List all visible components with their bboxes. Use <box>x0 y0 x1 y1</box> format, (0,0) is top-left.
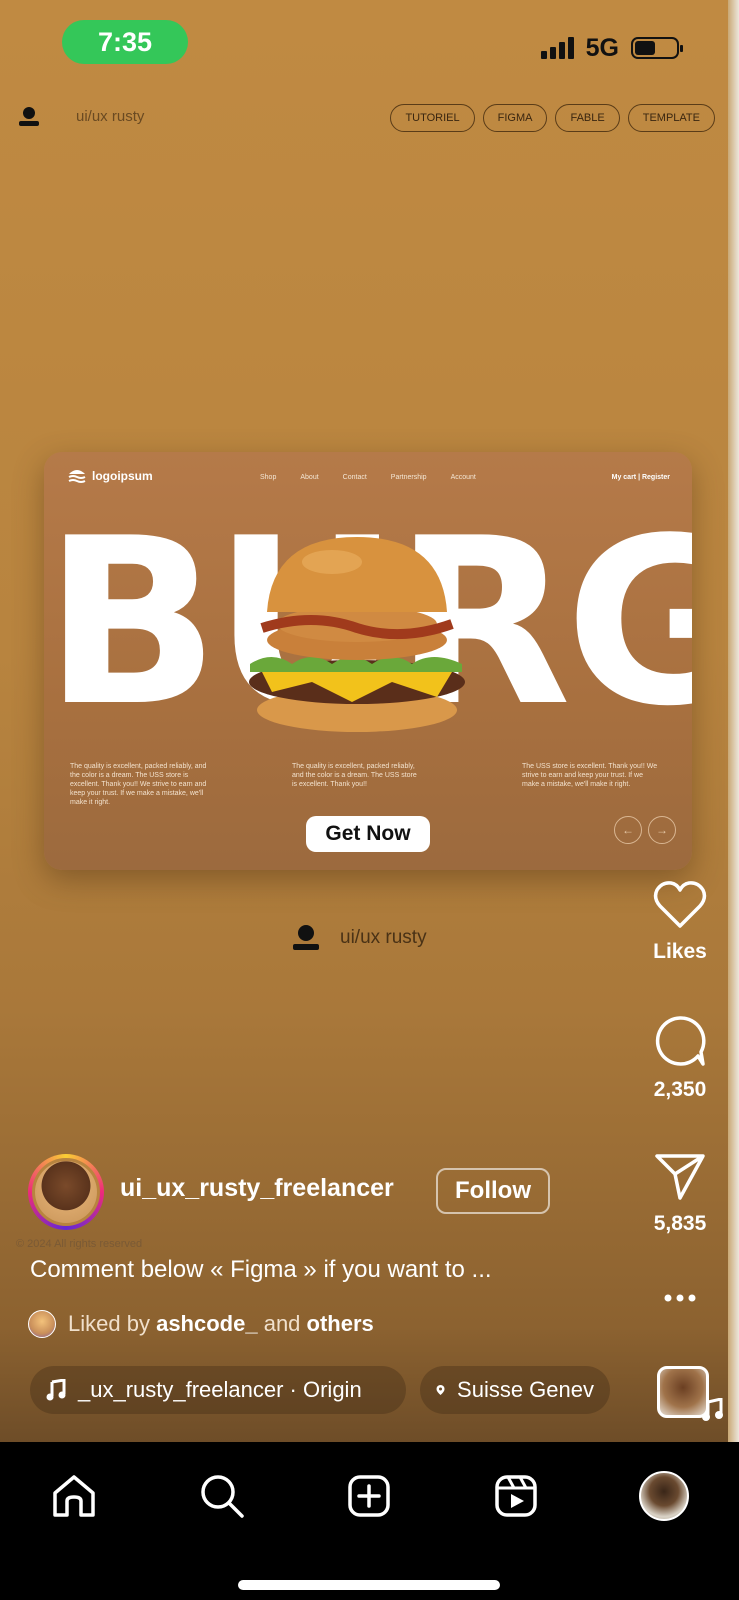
video-header: ui/ux rusty TUTORIEL FIGMA FABLE TEMPLAT… <box>14 100 715 136</box>
profile-tab[interactable] <box>638 1470 690 1522</box>
prev-arrow-icon: ← <box>614 816 642 844</box>
next-arrow-icon: → <box>648 816 676 844</box>
card-cart: My cart | Register <box>611 474 670 481</box>
location-pill[interactable]: Suisse Genev <box>420 1366 610 1414</box>
battery-icon <box>631 37 683 59</box>
comment-icon[interactable] <box>653 1014 707 1068</box>
card-logo-text: logoipsum <box>92 469 153 483</box>
liked-by[interactable]: Liked by ashcode_ and others <box>28 1310 374 1338</box>
chip-figma: FIGMA <box>482 104 548 132</box>
comment-action[interactable]: 2,350 <box>635 1014 725 1102</box>
search-icon[interactable] <box>199 1473 245 1519</box>
home-icon[interactable] <box>51 1473 97 1519</box>
create-icon[interactable] <box>347 1474 391 1518</box>
home-tab[interactable] <box>48 1470 100 1522</box>
chip-tutoriel: TUTORIEL <box>390 104 475 132</box>
shares-count: 5,835 <box>653 1212 707 1235</box>
liked-avatar <box>28 1310 56 1338</box>
card-nav: Shop About Contact Partnership Account <box>260 474 476 481</box>
get-now-button: Get Now <box>306 816 430 852</box>
home-indicator <box>238 1580 500 1590</box>
liked-others[interactable]: others <box>307 1311 374 1336</box>
more-icon[interactable] <box>660 1292 700 1304</box>
music-note-icon <box>702 1398 723 1421</box>
card-nav-about: About <box>300 474 319 481</box>
author-username[interactable]: ui_ux_rusty_freelancer <box>120 1174 394 1203</box>
tag-chips: TUTORIEL FIGMA FABLE TEMPLATE <box>390 104 715 132</box>
send-icon[interactable] <box>654 1152 706 1202</box>
carousel-arrows: ← → <box>614 816 676 844</box>
edge-strip <box>728 0 739 1442</box>
card-paragraph-3: The USS store is excellent. Thank you!! … <box>522 763 658 788</box>
more-action[interactable] <box>635 1292 725 1304</box>
status-time: 7:35 <box>62 20 188 64</box>
user-icon <box>19 107 39 126</box>
video-copyright: © 2024 All rights reserved <box>16 1238 143 1250</box>
card-nav-partnership: Partnership <box>390 474 427 481</box>
chip-fable: FABLE <box>555 104 620 132</box>
network-type: 5G <box>585 33 619 62</box>
user-icon <box>293 925 319 950</box>
location-name: Suisse Genev <box>457 1377 594 1402</box>
share-action[interactable]: 5,835 <box>635 1152 725 1236</box>
audio-pill[interactable]: _ux_rusty_freelancer · Origin <box>30 1366 406 1414</box>
heart-icon[interactable] <box>653 880 707 930</box>
status-indicators: 5G <box>540 30 683 66</box>
likes-label: Likes <box>653 940 707 963</box>
audio-title: _ux_rusty_freelancer · Origin <box>78 1377 362 1402</box>
location-pin-icon <box>436 1384 445 1396</box>
liked-user[interactable]: ashcode_ <box>156 1311 258 1336</box>
reels-tab[interactable] <box>490 1470 542 1522</box>
music-note-icon <box>46 1379 66 1401</box>
reels-icon[interactable] <box>494 1474 538 1518</box>
logo-icon <box>68 470 86 483</box>
watermark-text: ui/ux rusty <box>340 927 427 948</box>
video-header-user: ui/ux rusty <box>76 108 145 125</box>
search-tab[interactable] <box>196 1470 248 1522</box>
create-tab[interactable] <box>343 1470 395 1522</box>
card-paragraph-2: The quality is excellent, packed reliabl… <box>292 763 417 788</box>
post-caption[interactable]: Comment below « Figma » if you want to .… <box>30 1256 492 1284</box>
card-nav-contact: Contact <box>342 474 367 481</box>
liked-and: and <box>263 1311 301 1336</box>
video-watermark: ui/ux rusty <box>292 924 427 952</box>
chip-template: TEMPLATE <box>627 104 715 132</box>
card-paragraph-1: The quality is excellent, packed reliabl… <box>70 763 207 806</box>
bottom-tab-bar <box>0 1442 739 1600</box>
follow-button[interactable]: Follow <box>436 1168 550 1214</box>
card-logo: logoipsum <box>68 468 153 484</box>
card-nav-shop: Shop <box>260 474 277 481</box>
like-action[interactable]: Likes <box>635 880 725 964</box>
signal-icon <box>540 37 574 59</box>
card-nav-account: Account <box>450 474 476 481</box>
author-avatar[interactable] <box>28 1154 104 1230</box>
liked-prefix: Liked by <box>68 1311 150 1336</box>
burger-image <box>249 537 465 732</box>
profile-icon[interactable] <box>639 1471 689 1521</box>
comments-count: 2,350 <box>653 1078 707 1101</box>
design-preview-card: logoipsum Shop About Contact Partnership… <box>44 452 692 870</box>
